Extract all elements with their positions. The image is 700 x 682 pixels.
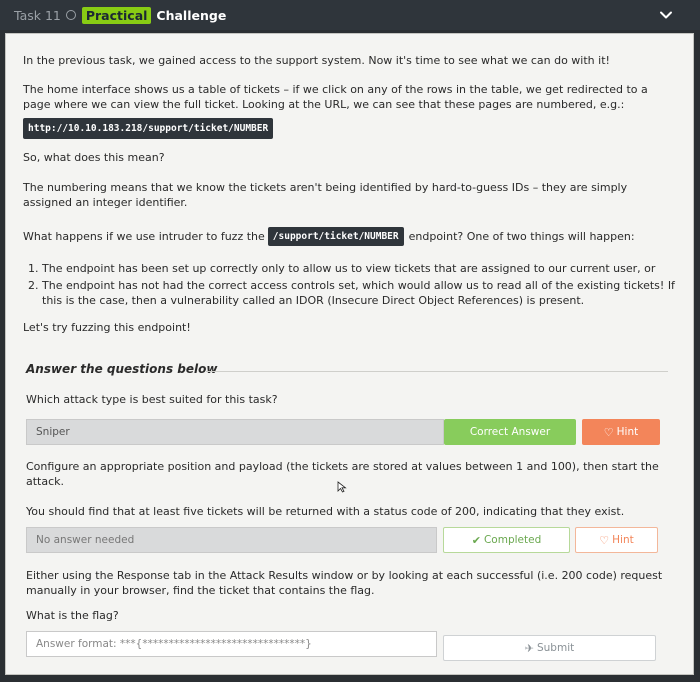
hint-icon: ♡ xyxy=(603,425,614,439)
chevron-down-icon[interactable] xyxy=(658,7,674,23)
task-content: In the previous task, we gained access t… xyxy=(5,33,694,675)
hint-button[interactable]: ♡ Hint xyxy=(582,419,660,445)
submit-button[interactable]: ✈ Submit xyxy=(443,635,656,661)
completed-button[interactable]: ✔ Completed xyxy=(443,527,570,553)
paragraph-question: So, what does this mean? xyxy=(23,151,165,164)
paragraph-numbering: The numbering means that we know the tic… xyxy=(23,181,628,209)
task-status-circle-icon xyxy=(65,10,76,20)
answer-field-3[interactable]: No answer needed xyxy=(26,527,437,553)
completed-label: Completed xyxy=(483,533,542,546)
task-number: Task 11 xyxy=(14,7,61,23)
hint-label: Hint xyxy=(616,425,639,438)
hint-label: Hint xyxy=(612,533,634,546)
outcome-list: The endpoint has been set up correctly o… xyxy=(28,261,682,310)
send-icon: ✈ xyxy=(524,641,534,655)
paragraph-intruder: What happens if we use intruder to fuzz … xyxy=(23,227,673,246)
divider xyxy=(206,371,668,372)
question-5: What is the flag? xyxy=(26,609,119,622)
list-item: The endpoint has been set up correctly o… xyxy=(42,261,682,276)
question-3: You should find that at least five ticke… xyxy=(26,505,625,518)
mouse-cursor-icon xyxy=(337,481,347,493)
answer-heading: Answer the questions below xyxy=(26,362,218,376)
answer-field-1[interactable]: Sniper xyxy=(26,419,444,445)
check-icon: ✔ xyxy=(471,533,481,547)
list-item: The endpoint has not had the correct acc… xyxy=(42,278,682,308)
endpoint-code: /support/ticket/NUMBER xyxy=(267,227,404,246)
paragraph-intro: In the previous task, we gained access t… xyxy=(23,54,610,67)
correct-answer-button[interactable]: Correct Answer xyxy=(444,419,576,445)
paragraph-intruder-before: What happens if we use intruder to fuzz … xyxy=(23,230,265,243)
task-header[interactable]: Task 11 Practical Challenge xyxy=(0,0,700,30)
paragraph-home-interface: The home interface shows us a table of t… xyxy=(23,83,648,111)
paragraph-try-fuzzing: Let's try fuzzing this endpoint! xyxy=(23,321,191,334)
submit-label: Submit xyxy=(536,641,575,654)
paragraph-intruder-after: endpoint? One of two things will happen: xyxy=(408,230,635,243)
question-4: Either using the Response tab in the Att… xyxy=(26,569,663,597)
challenge-label: Challenge xyxy=(156,7,227,23)
hint-icon: ♡ xyxy=(599,533,610,547)
url-example-code: http://10.10.183.218/support/ticket/NUMB… xyxy=(23,118,274,139)
practical-badge: Practical xyxy=(81,6,152,24)
flag-input[interactable]: Answer format: ***{*********************… xyxy=(26,631,437,657)
screen: Task 11 Practical Challenge In the previ… xyxy=(0,0,700,682)
hint-button[interactable]: ♡ Hint xyxy=(575,527,658,553)
question-1: Which attack type is best suited for thi… xyxy=(26,393,278,406)
